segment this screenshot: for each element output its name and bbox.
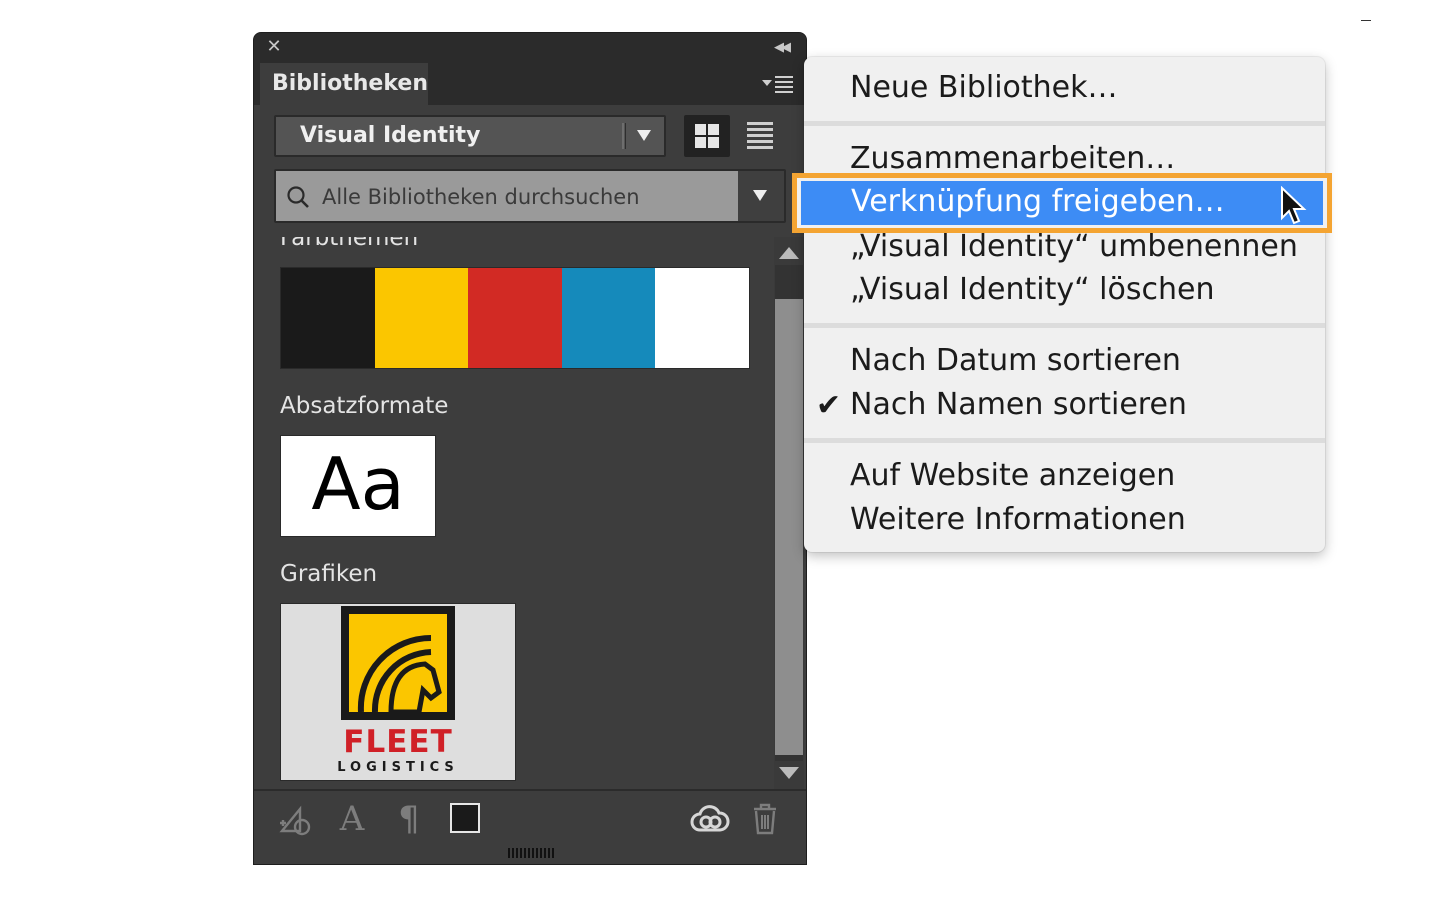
chevron-down-icon — [637, 130, 651, 141]
search-scope-dropdown[interactable] — [738, 171, 784, 221]
list-view-icon[interactable] — [742, 119, 778, 153]
creative-cloud-icon[interactable] — [690, 803, 730, 839]
menu-divider — [804, 121, 1325, 126]
menu-item-share-link[interactable]: Verknüpfung freigeben… — [792, 173, 1332, 233]
scrollbar-thumb[interactable] — [775, 299, 803, 755]
search-field — [274, 169, 786, 223]
color-swatch[interactable] — [655, 268, 749, 368]
search-input[interactable] — [320, 180, 734, 214]
search-icon — [287, 186, 309, 208]
menu-divider — [804, 438, 1325, 443]
color-swatch[interactable] — [468, 268, 562, 368]
section-title-graphics: Grafiken — [280, 561, 378, 587]
color-swatch[interactable] — [374, 268, 469, 368]
corner-mark — [1361, 20, 1371, 21]
color-swatch[interactable] — [561, 268, 656, 368]
menu-divider — [804, 323, 1325, 328]
menu-item-delete[interactable]: „Visual Identity“ löschen — [850, 271, 1214, 309]
menu-item-share-link-label: Verknüpfung freigeben… — [851, 184, 1225, 219]
fleet-logo-mark — [341, 606, 455, 720]
panel-titlebar: ✕ ◀◀ — [254, 33, 806, 63]
resize-grip[interactable] — [508, 848, 554, 858]
library-dropdown-value: Visual Identity — [300, 123, 481, 148]
collapse-icon[interactable]: ◀◀ — [774, 38, 794, 58]
menu-item-rename[interactable]: „Visual Identity“ umbenennen — [850, 228, 1298, 266]
section-title-paragraph-styles: Absatzformate — [280, 393, 449, 419]
panel-flyout-menu: Neue Bibliothek… Zusammenarbeiten… Verkn… — [792, 57, 1332, 552]
logo-subtitle: LOGISTICS — [337, 760, 459, 775]
character-style-icon[interactable]: A — [334, 801, 370, 837]
tab-libraries[interactable]: Bibliotheken — [260, 63, 428, 105]
tab-row: Bibliotheken — [254, 63, 806, 105]
menu-item-sort-date[interactable]: Nach Datum sortieren — [850, 342, 1181, 380]
section-title-colors: Farbthemen — [280, 237, 419, 251]
libraries-panel: ✕ ◀◀ Bibliotheken Visual Identity Alle B… — [253, 32, 807, 865]
check-icon: ✔ — [816, 388, 842, 423]
paragraph-style-item[interactable]: Aa — [280, 435, 436, 537]
library-content: Farbthemen Absatzformate Aa Grafiken FLE… — [254, 237, 774, 789]
color-theme[interactable] — [280, 267, 750, 369]
menu-item-new-library[interactable]: Neue Bibliothek… — [850, 69, 1118, 107]
mouse-pointer-icon — [1281, 186, 1307, 225]
menu-item-sort-name[interactable]: Nach Namen sortieren — [850, 386, 1187, 424]
scrollbar[interactable] — [774, 237, 804, 789]
scroll-up-icon[interactable] — [779, 247, 799, 259]
library-dropdown[interactable]: Visual Identity — [274, 115, 666, 157]
paragraph-style-sample: Aa — [311, 442, 405, 526]
logo-wordmark: FLEET — [343, 724, 453, 760]
panel-footer: A ¶ — [254, 789, 806, 847]
fill-color-icon[interactable] — [450, 803, 480, 833]
panel-menu-icon[interactable] — [762, 75, 796, 95]
paragraph-style-icon[interactable]: ¶ — [392, 801, 426, 837]
scroll-down-icon[interactable] — [779, 767, 799, 779]
trash-icon[interactable] — [750, 801, 780, 837]
close-icon[interactable]: ✕ — [264, 37, 284, 57]
menu-item-more-info[interactable]: Weitere Informationen — [850, 501, 1186, 539]
menu-item-view-website[interactable]: Auf Website anzeigen — [850, 457, 1175, 495]
chevron-down-icon — [753, 190, 767, 201]
color-swatch[interactable] — [281, 268, 375, 368]
graphic-item[interactable]: FLEET LOGISTICS — [280, 603, 516, 781]
add-graphic-icon[interactable] — [276, 801, 316, 837]
grid-view-icon[interactable] — [684, 115, 730, 157]
